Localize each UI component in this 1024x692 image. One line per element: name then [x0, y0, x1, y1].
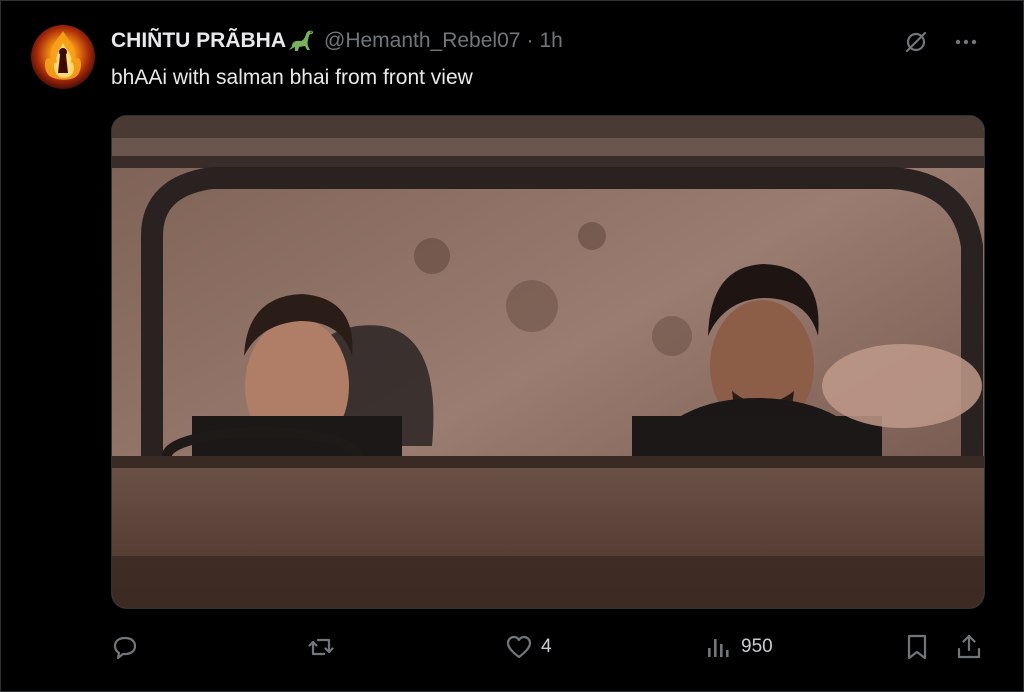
reply-button[interactable]	[111, 627, 147, 667]
retweet-icon	[308, 638, 334, 656]
tweet-action-bar: 4 950	[111, 627, 989, 667]
tweet-top-actions	[903, 29, 979, 55]
author-avatar[interactable]	[31, 25, 95, 89]
more-icon[interactable]	[953, 29, 979, 55]
author-display-name[interactable]: CHIÑTU PRÃBHA	[111, 27, 286, 55]
like-count: 4	[541, 636, 552, 657]
header-separator: ·	[526, 29, 534, 52]
bookmark-icon	[907, 634, 927, 660]
views-count: 950	[741, 636, 773, 657]
heart-icon	[506, 635, 532, 659]
tweet-media-image[interactable]	[111, 115, 985, 609]
views-button[interactable]: 950	[705, 627, 773, 667]
views-icon	[708, 639, 729, 657]
tweet-timestamp[interactable]: 1h	[539, 27, 562, 55]
share-button[interactable]	[955, 627, 983, 667]
like-button[interactable]: 4	[505, 627, 552, 667]
sauropod-icon	[288, 28, 316, 54]
grok-icon[interactable]	[903, 29, 929, 55]
retweet-button[interactable]	[307, 627, 343, 667]
bookmark-button[interactable]	[903, 627, 931, 667]
tweet-header: CHIÑTU PRÃBHA @Hemanth_Rebel07 · 1h	[111, 27, 563, 55]
share-icon	[957, 634, 981, 659]
fire-avatar-image	[44, 31, 82, 80]
tweet-text: bhAAi with salman bhai from front view	[111, 66, 473, 89]
author-handle[interactable]: @Hemanth_Rebel07	[324, 27, 520, 55]
reply-icon	[113, 636, 137, 660]
tweet-card[interactable]: CHIÑTU PRÃBHA @Hemanth_Rebel07 · 1h bhAA	[0, 0, 1024, 692]
